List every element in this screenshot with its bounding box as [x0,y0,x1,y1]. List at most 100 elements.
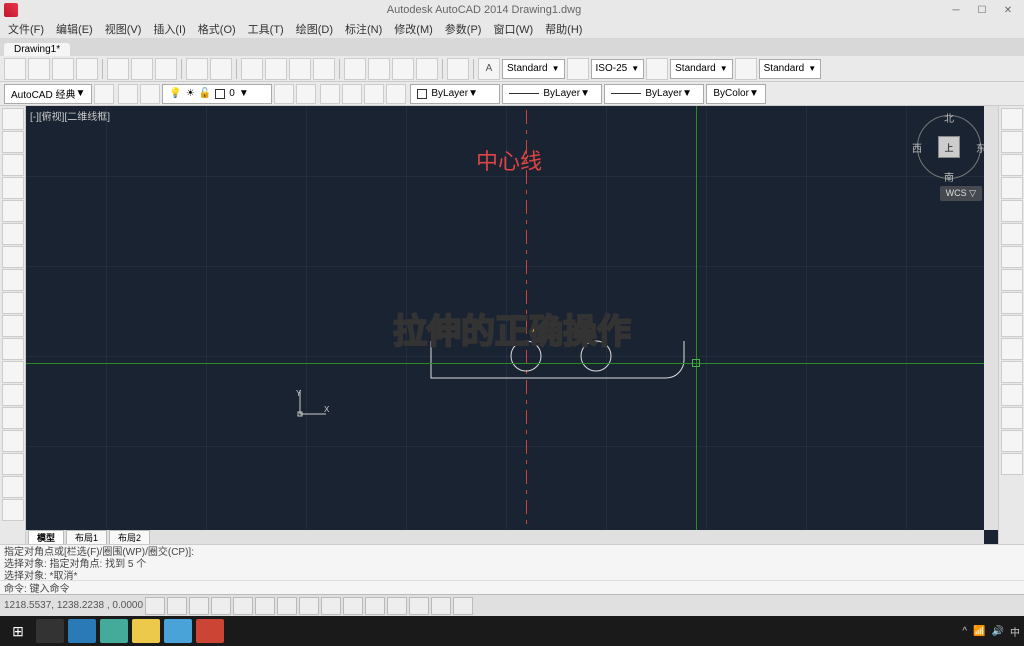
menu-dimension[interactable]: 标注(N) [339,21,388,37]
table-style-dropdown[interactable]: Standard▼ [670,59,733,79]
zoom-window-button[interactable] [289,58,311,80]
ortho-toggle[interactable] [189,597,209,615]
menu-modify[interactable]: 修改(M) [388,21,439,37]
text-style-dropdown[interactable]: Standard▼ [502,59,565,79]
minimize-button[interactable]: ─ [944,2,968,18]
annomonitor-toggle[interactable] [431,597,451,615]
workspace-settings-button[interactable] [94,84,114,104]
osnap-toggle[interactable] [233,597,253,615]
layer-dropdown[interactable]: 💡 ☀ 🔓 0 ▼ [162,84,272,104]
command-input[interactable]: 命令: 键入命令 [0,580,1024,594]
coordinates-display[interactable]: 1218.5537, 1238.2238 , 0.0000 [4,600,143,611]
properties-button[interactable] [344,58,366,80]
new-button[interactable] [4,58,26,80]
menu-edit[interactable]: 编辑(E) [50,21,99,37]
rectangle-tool[interactable] [2,200,24,222]
layer-properties-button[interactable] [118,84,138,104]
copy-tool[interactable] [1001,131,1023,153]
layer-iso-button[interactable] [320,84,340,104]
folder-taskbar-icon[interactable] [132,619,160,643]
sheet-set-button[interactable] [416,58,438,80]
layer-uniso-button[interactable] [342,84,362,104]
linetype-dropdown[interactable]: ByLayer▼ [502,84,602,104]
drawing-canvas[interactable]: [-][俯视][二维线框] 中心线 Y X [26,106,998,544]
wcs-badge[interactable]: WCS ▽ [940,186,982,201]
snap-toggle[interactable] [145,597,165,615]
tpy-toggle[interactable] [365,597,385,615]
menu-view[interactable]: 视图(V) [99,21,148,37]
stretch-tool[interactable] [1001,292,1023,314]
revision-cloud-tool[interactable] [2,407,24,429]
scale-tool[interactable] [1001,269,1023,291]
fillet-tool[interactable] [1001,430,1023,452]
undo-button[interactable] [186,58,208,80]
chamfer-tool[interactable] [1001,407,1023,429]
horizontal-scrollbar[interactable]: 模型 布局1 布局2 [26,530,984,544]
ellipse-tool[interactable] [2,223,24,245]
mirror-tool[interactable] [1001,154,1023,176]
autocad-taskbar-icon[interactable] [196,619,224,643]
cut-button[interactable] [107,58,129,80]
polyline-tool[interactable] [2,131,24,153]
tray-network-icon[interactable]: 📶 [973,626,985,637]
offset-tool[interactable] [1001,177,1023,199]
store-taskbar-icon[interactable] [164,619,192,643]
menu-help[interactable]: 帮助(H) [539,21,588,37]
open-button[interactable] [28,58,50,80]
menu-draw[interactable]: 绘图(D) [290,21,339,37]
browser-taskbar-icon[interactable] [68,619,96,643]
move-tool[interactable] [1001,223,1023,245]
spline-tool[interactable] [2,269,24,291]
layer-match-button[interactable] [296,84,316,104]
layer-states-button[interactable] [140,84,160,104]
join-tool[interactable] [1001,384,1023,406]
close-button[interactable]: ✕ [996,2,1020,18]
ducs-toggle[interactable] [299,597,319,615]
layer-previous-button[interactable] [274,84,294,104]
otrack-toggle[interactable] [277,597,297,615]
wipeout-tool[interactable] [2,453,24,475]
dimstyle-icon[interactable] [567,58,589,80]
zoom-previous-button[interactable] [313,58,335,80]
layout1-tab[interactable]: 布局1 [66,530,107,545]
qp-toggle[interactable] [387,597,407,615]
region-tool[interactable] [2,384,24,406]
pan-button[interactable] [241,58,263,80]
vertical-scrollbar[interactable] [984,106,998,530]
layout2-tab[interactable]: 布局2 [109,530,150,545]
print-button[interactable] [76,58,98,80]
mleaderstyle-icon[interactable] [735,58,757,80]
plotstyle-dropdown[interactable]: ByColor▼ [706,84,766,104]
viewport-label[interactable]: [-][俯视][二维线框] [30,108,110,123]
block-tool[interactable] [2,315,24,337]
lineweight-dropdown[interactable]: ByLayer▼ [604,84,704,104]
save-button[interactable] [52,58,74,80]
app-taskbar-icon[interactable] [100,619,128,643]
rotate-tool[interactable] [1001,246,1023,268]
redo-button[interactable] [210,58,232,80]
menu-window[interactable]: 窗口(W) [487,21,539,37]
compass-north[interactable]: 北 [944,110,954,125]
menu-insert[interactable]: 插入(I) [147,21,191,37]
tray-ime-icon[interactable]: 中 [1010,624,1020,639]
sc-toggle[interactable] [409,597,429,615]
polar-toggle[interactable] [211,597,231,615]
point-tool[interactable] [2,292,24,314]
design-center-button[interactable] [368,58,390,80]
compass-west[interactable]: 西 [912,140,922,155]
copy-button[interactable] [131,58,153,80]
help-button[interactable] [447,58,469,80]
viewcube-top-face[interactable]: 上 [938,136,960,158]
view-cube[interactable]: 上 北 南 东 西 [914,112,984,182]
model-tab[interactable]: 模型 [28,530,64,545]
arc-tool[interactable] [2,177,24,199]
mleader-style-dropdown[interactable]: Standard▼ [759,59,822,79]
maximize-button[interactable]: ☐ [970,2,994,18]
search-taskbar-icon[interactable] [36,619,64,643]
explode-tool[interactable] [1001,453,1023,475]
text-tool[interactable] [2,361,24,383]
table-tool[interactable] [2,338,24,360]
break-tool[interactable] [1001,361,1023,383]
dyn-toggle[interactable] [321,597,341,615]
compass-south[interactable]: 南 [944,169,954,184]
